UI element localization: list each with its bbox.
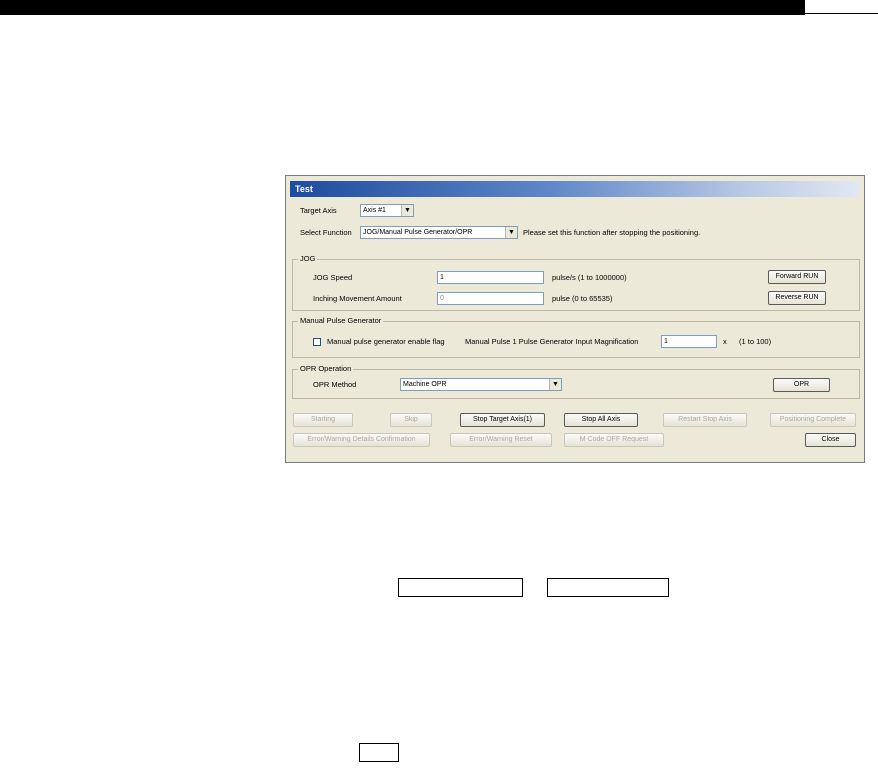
target-axis-select[interactable]: Axis #1 ▼ (360, 204, 414, 217)
inching-amount-unit: pulse (0 to 65535) (552, 294, 613, 303)
stop-target-axis-button[interactable]: Stop Target Axis(1) (460, 413, 545, 427)
target-axis-label: Target Axis (300, 206, 337, 215)
jog-group: JOG JOG Speed 1 pulse/s (1 to 1000000) F… (292, 254, 860, 311)
inching-amount-label: Inching Movement Amount (313, 294, 402, 303)
opr-method-select[interactable]: Machine OPR ▼ (400, 378, 562, 391)
magnification-unit: x (723, 337, 727, 346)
starting-button[interactable]: Starting (293, 413, 353, 427)
key-box-right (547, 578, 669, 597)
opr-group-title: OPR Operation (298, 364, 354, 373)
stop-all-axis-button[interactable]: Stop All Axis (564, 413, 638, 427)
jog-group-title: JOG (298, 254, 318, 263)
restart-stop-axis-button[interactable]: Restart Stop Axis (663, 413, 747, 427)
inching-amount-input[interactable]: 0 (437, 292, 544, 305)
positioning-complete-button[interactable]: Positioning Complete (770, 413, 856, 427)
manual-pulse-enable-label: Manual pulse generator enable flag (327, 337, 445, 346)
chevron-down-icon[interactable]: ▼ (505, 227, 517, 238)
opr-button[interactable]: OPR (773, 378, 830, 392)
error-warning-details-button[interactable]: Error/Warning Details Confirmation (293, 433, 430, 447)
forward-run-button[interactable]: Forward RUN (768, 270, 826, 284)
magnification-input[interactable]: 1 (661, 335, 717, 348)
opr-operation-group: OPR Operation OPR Method Machine OPR ▼ O… (292, 364, 860, 399)
page-header-bar (0, 0, 805, 15)
manual-pulse-generator-group: Manual Pulse Generator Manual pulse gene… (292, 316, 860, 358)
skip-button[interactable]: Skip (390, 413, 432, 427)
m-code-off-request-button[interactable]: M Code OFF Request (564, 433, 664, 447)
key-box-bottom (359, 743, 399, 762)
magnification-label: Manual Pulse 1 Pulse Generator Input Mag… (465, 337, 639, 346)
page-header-rule (805, 13, 878, 14)
manual-pulse-group-title: Manual Pulse Generator (298, 316, 384, 325)
select-function-note: Please set this function after stopping … (523, 228, 701, 237)
jog-speed-label: JOG Speed (313, 273, 353, 282)
reverse-run-button[interactable]: Reverse RUN (768, 291, 826, 305)
test-dialog: Test Target Axis Axis #1 ▼ Select Functi… (285, 175, 865, 463)
jog-speed-input[interactable]: 1 (437, 271, 544, 284)
select-function-label: Select Function (300, 228, 352, 237)
magnification-range: (1 to 100) (739, 337, 772, 346)
key-box-left (398, 578, 523, 597)
opr-method-label: OPR Method (313, 380, 357, 389)
error-warning-reset-button[interactable]: Error/Warning Reset (450, 433, 552, 447)
chevron-down-icon[interactable]: ▼ (549, 379, 561, 390)
jog-speed-unit: pulse/s (1 to 1000000) (552, 273, 627, 282)
chevron-down-icon[interactable]: ▼ (401, 205, 413, 216)
select-function-select[interactable]: JOG/Manual Pulse Generator/OPR ▼ (360, 226, 518, 239)
close-button[interactable]: Close (805, 433, 856, 447)
dialog-title: Test (290, 181, 860, 197)
manual-pulse-enable-checkbox[interactable] (313, 338, 321, 346)
